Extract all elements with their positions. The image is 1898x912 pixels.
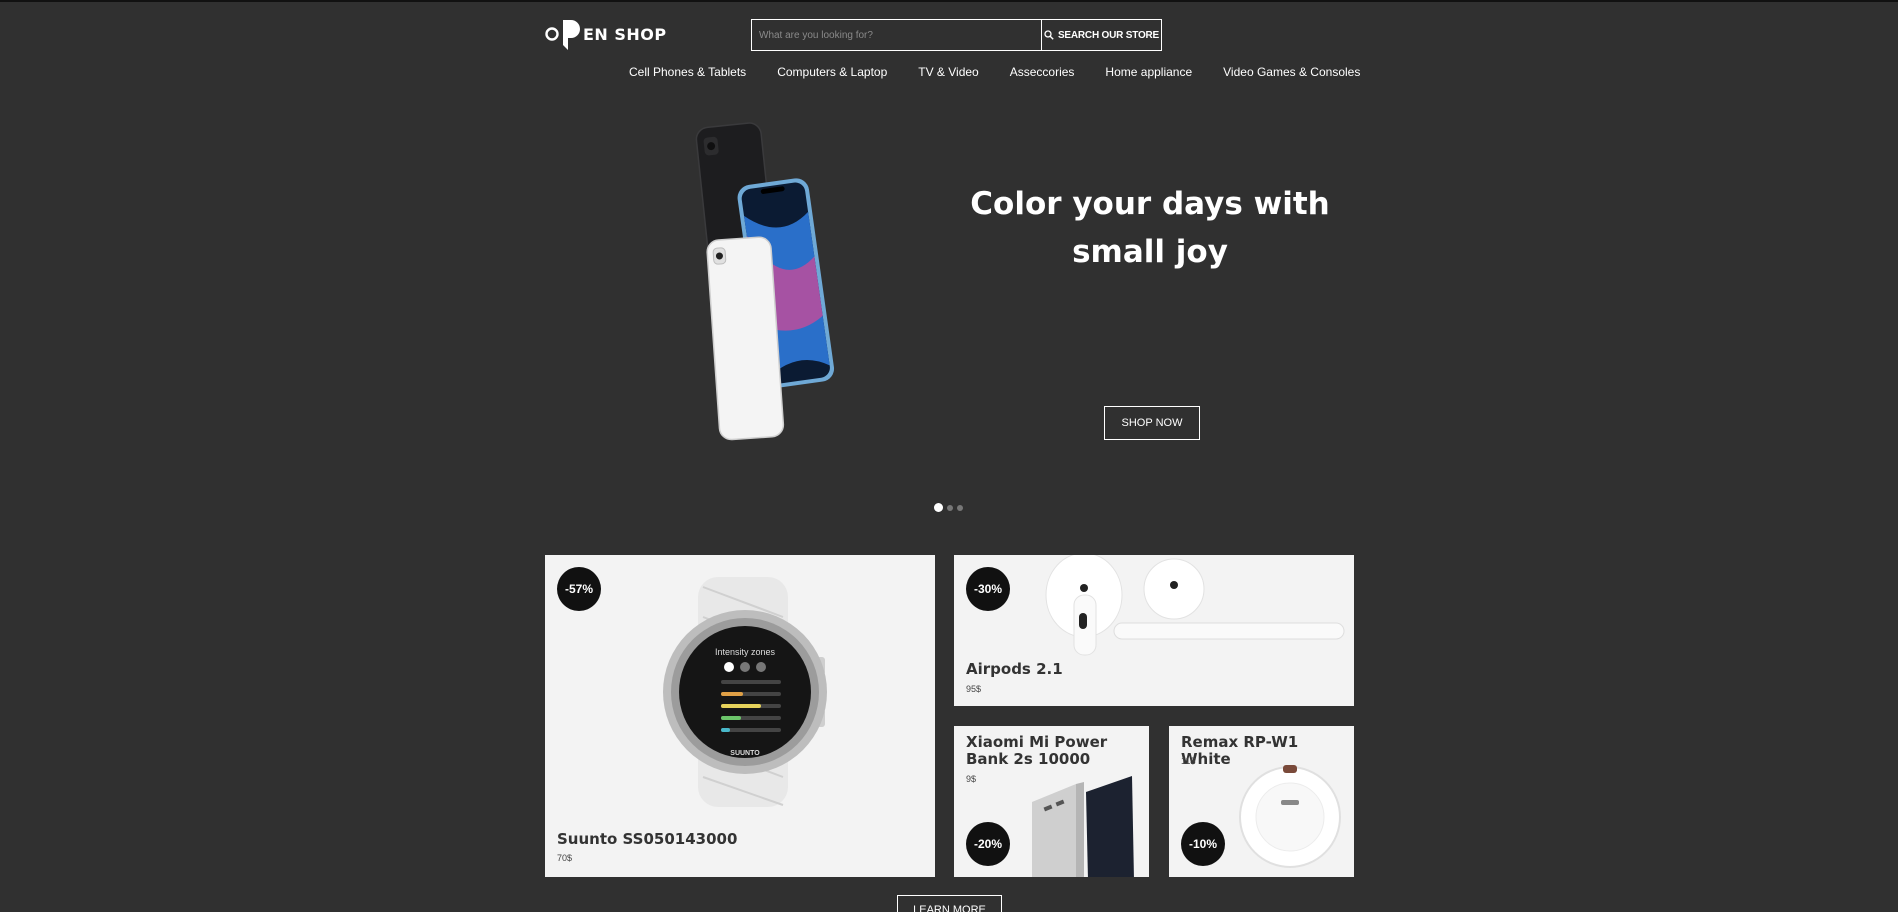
- carousel-dot-3[interactable]: [957, 504, 963, 511]
- nav-cell-phones[interactable]: Cell Phones & Tablets: [629, 65, 746, 79]
- carousel-dot-1[interactable]: [934, 503, 943, 512]
- product-price: 11$: [1181, 756, 1196, 766]
- product-price: 9$: [966, 774, 977, 784]
- discount-badge: -57%: [557, 567, 601, 611]
- nav-accessories[interactable]: Asseccories: [1010, 65, 1075, 79]
- carousel-dot-2[interactable]: [947, 504, 953, 511]
- smartwatch-icon: Intensity zones SUUNTO: [663, 577, 827, 807]
- product-price: 95$: [966, 684, 982, 694]
- search-icon: [1044, 30, 1054, 40]
- logo-mark-icon: [545, 20, 580, 50]
- wireless-charger-icon: [1239, 765, 1341, 868]
- power-bank-icon: [1032, 776, 1134, 877]
- product-price: 70$: [557, 853, 573, 863]
- search-input[interactable]: [751, 19, 1042, 51]
- search-button[interactable]: SEARCH OUR STORE: [1042, 19, 1162, 51]
- product-name: Remax RP-W1 White: [1181, 733, 1299, 768]
- product-name: Suunto SS050143000: [557, 830, 738, 848]
- nav-computers[interactable]: Computers & Laptop: [777, 65, 887, 79]
- nav-video-games[interactable]: Video Games & Consoles: [1223, 65, 1360, 79]
- main-nav: Cell Phones & Tablets Computers & Laptop…: [629, 65, 1360, 79]
- discount-badge: -30%: [966, 567, 1010, 611]
- nav-tv-video[interactable]: TV & Video: [918, 65, 978, 79]
- earbuds-icon: [1045, 555, 1345, 656]
- product-card-power-bank[interactable]: Xiaomi Mi Power Bank 2s 10000 9$ -20%: [954, 726, 1149, 877]
- product-name: Xiaomi Mi Power Bank 2s 10000: [966, 733, 1108, 768]
- logo-text: EN SHOP: [583, 24, 667, 44]
- nav-home-appliance[interactable]: Home appliance: [1105, 65, 1192, 79]
- hero-phones-image: [695, 122, 835, 441]
- discount-badge: -10%: [1181, 822, 1225, 866]
- product-card-remax[interactable]: Remax RP-W1 White 11$ -10%: [1169, 726, 1354, 877]
- search-button-label: SEARCH OUR STORE: [1057, 29, 1160, 41]
- svg-text:Intensity zones: Intensity zones: [715, 647, 776, 657]
- product-name: Airpods 2.1: [966, 660, 1063, 678]
- svg-text:SUUNTO: SUUNTO: [730, 750, 760, 757]
- learn-more-button[interactable]: LEARN MORE: [897, 895, 1002, 912]
- discount-badge: -20%: [966, 822, 1010, 866]
- hero-title-line-1: Color your days with: [970, 186, 1330, 222]
- product-card-airpods[interactable]: -30% Airpods 2.1 95$: [954, 555, 1354, 706]
- search-bar: SEARCH OUR STORE: [751, 19, 1162, 51]
- logo[interactable]: EN SHOP: [545, 14, 667, 54]
- hero-title-line-2: small joy: [1072, 234, 1228, 270]
- carousel-dots: [934, 503, 963, 512]
- product-card-suunto[interactable]: -57% Intensity zones SUUNTO Suunto SS050…: [545, 555, 935, 877]
- hero-title: Color your days with small joy: [960, 180, 1340, 276]
- shop-now-button[interactable]: SHOP NOW: [1104, 406, 1200, 440]
